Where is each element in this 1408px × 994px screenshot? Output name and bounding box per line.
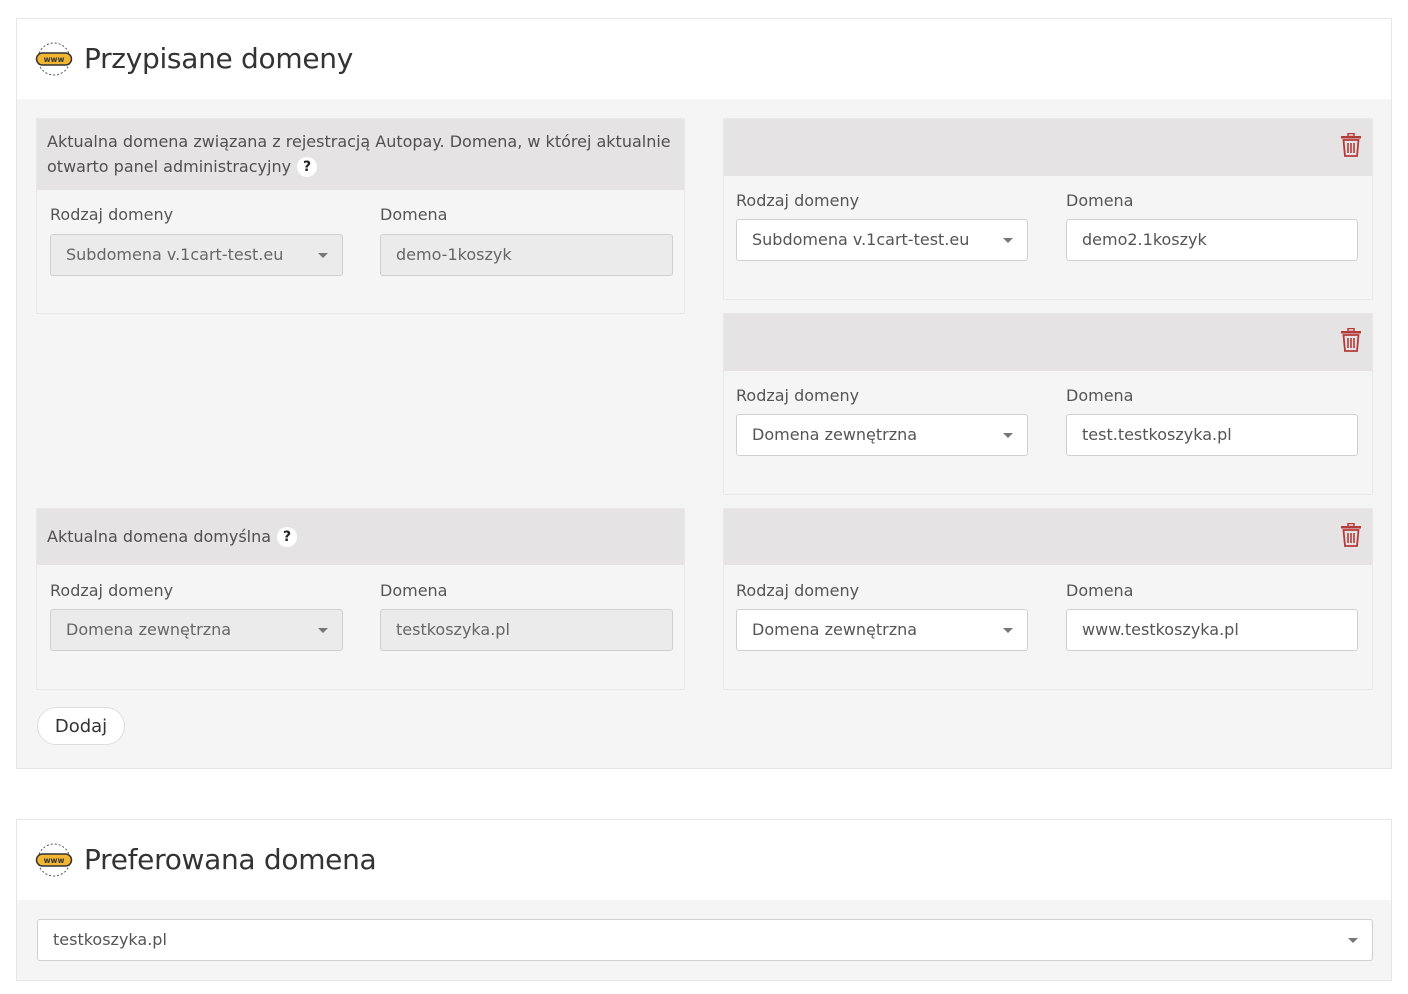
- svg-text:www: www: [44, 856, 65, 865]
- current-registration-title: Aktualna domena związana z rejestracją A…: [47, 132, 671, 176]
- domain-type-label: Rodzaj domeny: [50, 205, 174, 224]
- trash-icon[interactable]: [1340, 133, 1362, 157]
- chevron-down-icon: [318, 253, 328, 258]
- domain-type-label: Rodzaj domeny: [736, 581, 860, 600]
- assigned-domains-panel: www Przypisane domeny Aktualna domena zw…: [16, 18, 1392, 769]
- chevron-down-icon: [1348, 938, 1358, 943]
- domain-label: Domena: [1066, 581, 1134, 600]
- domain-type-select: Subdomena v.1cart-test.eu: [50, 234, 343, 276]
- extra-domain-header: [724, 314, 1372, 371]
- domain-input[interactable]: demo2.1koszyk: [1066, 219, 1358, 261]
- domain-type-select[interactable]: Domena zewnętrzna: [736, 414, 1028, 456]
- www-icon: www: [35, 42, 73, 76]
- domain-type-select: Domena zewnętrzna: [50, 609, 343, 651]
- domain-label: Domena: [380, 581, 448, 600]
- domain-type-label: Rodzaj domeny: [736, 386, 860, 405]
- preferred-domain-value: testkoszyka.pl: [53, 930, 167, 949]
- preferred-domain-header: www Preferowana domena: [17, 820, 1391, 900]
- domain-input[interactable]: www.testkoszyka.pl: [1066, 609, 1358, 651]
- page-title: Przypisane domeny: [84, 42, 353, 75]
- chevron-down-icon: [318, 628, 328, 633]
- domain-label: Domena: [1066, 191, 1134, 210]
- domain-input[interactable]: test.testkoszyka.pl: [1066, 414, 1358, 456]
- domain-input: demo-1koszyk: [380, 234, 673, 276]
- current-default-card: Aktualna domena domyślna? Rodzaj domeny …: [36, 508, 685, 690]
- chevron-down-icon: [1003, 433, 1013, 438]
- domain-type-value: Domena zewnętrzna: [66, 620, 232, 639]
- current-default-header: Aktualna domena domyślna?: [37, 509, 684, 565]
- domain-input: testkoszyka.pl: [380, 609, 673, 651]
- trash-icon[interactable]: [1340, 523, 1362, 547]
- domain-type-value: Subdomena v.1cart-test.eu: [66, 245, 284, 264]
- extra-domain-card: Rodzaj domeny Domena Domena zewnętrzna t…: [723, 313, 1373, 495]
- domain-type-value: Subdomena v.1cart-test.eu: [752, 230, 970, 249]
- extra-domain-card: Rodzaj domeny Domena Domena zewnętrzna w…: [723, 508, 1373, 690]
- assigned-domains-header: www Przypisane domeny: [17, 19, 1391, 99]
- domain-type-select[interactable]: Subdomena v.1cart-test.eu: [736, 219, 1028, 261]
- current-registration-header: Aktualna domena związana z rejestracją A…: [37, 119, 684, 190]
- domain-type-value: Domena zewnętrzna: [752, 425, 918, 444]
- domain-label: Domena: [380, 205, 448, 224]
- current-default-title: Aktualna domena domyślna: [47, 527, 272, 546]
- domain-type-select[interactable]: Domena zewnętrzna: [736, 609, 1028, 651]
- help-icon[interactable]: ?: [297, 157, 318, 177]
- chevron-down-icon: [1003, 628, 1013, 633]
- extra-domain-header: [724, 119, 1372, 176]
- domain-type-label: Rodzaj domeny: [50, 581, 174, 600]
- domain-type-value: Domena zewnętrzna: [752, 620, 918, 639]
- preferred-domain-select[interactable]: testkoszyka.pl: [37, 919, 1373, 961]
- trash-icon[interactable]: [1340, 328, 1362, 352]
- help-icon[interactable]: ?: [277, 527, 298, 547]
- add-domain-button[interactable]: Dodaj: [37, 707, 125, 745]
- chevron-down-icon: [1003, 238, 1013, 243]
- extra-domain-header: [724, 509, 1372, 565]
- section-title: Preferowana domena: [84, 843, 377, 876]
- svg-text:www: www: [44, 55, 65, 64]
- domain-label: Domena: [1066, 386, 1134, 405]
- extra-domain-card: Rodzaj domeny Domena Subdomena v.1cart-t…: [723, 118, 1373, 300]
- www-icon: www: [35, 843, 73, 877]
- preferred-domain-panel: www Preferowana domena testkoszyka.pl: [16, 819, 1392, 981]
- current-registration-card: Aktualna domena związana z rejestracją A…: [36, 118, 685, 314]
- domain-type-label: Rodzaj domeny: [736, 191, 860, 210]
